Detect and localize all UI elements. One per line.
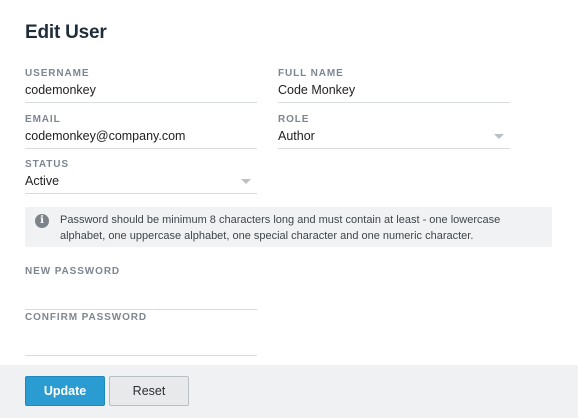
page-title: Edit User xyxy=(25,22,107,43)
confirm-password-field: CONFIRM PASSWORD xyxy=(25,312,257,356)
status-label: STATUS xyxy=(25,159,69,170)
new-password-input[interactable] xyxy=(25,288,257,306)
confirm-password-input[interactable] xyxy=(25,334,257,352)
full-name-input-wrapper xyxy=(278,81,510,103)
username-input-wrapper xyxy=(25,81,257,103)
full-name-field: FULL NAME xyxy=(278,68,510,103)
password-info-box: i Password should be minimum 8 character… xyxy=(25,207,552,247)
new-password-field: NEW PASSWORD xyxy=(25,266,257,310)
confirm-password-input-wrapper xyxy=(25,334,257,356)
new-password-input-wrapper xyxy=(25,288,257,310)
status-selected-value: Active xyxy=(25,174,60,188)
status-select[interactable]: Active xyxy=(25,172,257,194)
status-field: STATUS Active xyxy=(25,159,257,194)
password-info-text: Password should be minimum 8 characters … xyxy=(60,214,501,242)
role-select[interactable]: Author xyxy=(278,127,510,149)
chevron-down-icon xyxy=(241,179,251,184)
username-label: USERNAME xyxy=(25,68,90,79)
full-name-label: FULL NAME xyxy=(278,68,344,79)
role-label: ROLE xyxy=(278,114,310,125)
role-field: ROLE Author xyxy=(278,114,510,149)
email-input[interactable] xyxy=(25,127,257,145)
username-input[interactable] xyxy=(25,81,257,99)
confirm-password-label: CONFIRM PASSWORD xyxy=(25,312,147,323)
chevron-down-icon xyxy=(494,134,504,139)
form-footer: Update Reset xyxy=(0,365,578,418)
role-selected-value: Author xyxy=(278,129,315,143)
reset-button[interactable]: Reset xyxy=(109,376,189,406)
info-icon: i xyxy=(35,214,49,228)
email-input-wrapper xyxy=(25,127,257,149)
email-label: EMAIL xyxy=(25,114,61,125)
full-name-input[interactable] xyxy=(278,81,510,99)
new-password-label: NEW PASSWORD xyxy=(25,266,121,277)
update-button[interactable]: Update xyxy=(25,376,105,406)
email-field: EMAIL xyxy=(25,114,257,149)
username-field: USERNAME xyxy=(25,68,257,103)
